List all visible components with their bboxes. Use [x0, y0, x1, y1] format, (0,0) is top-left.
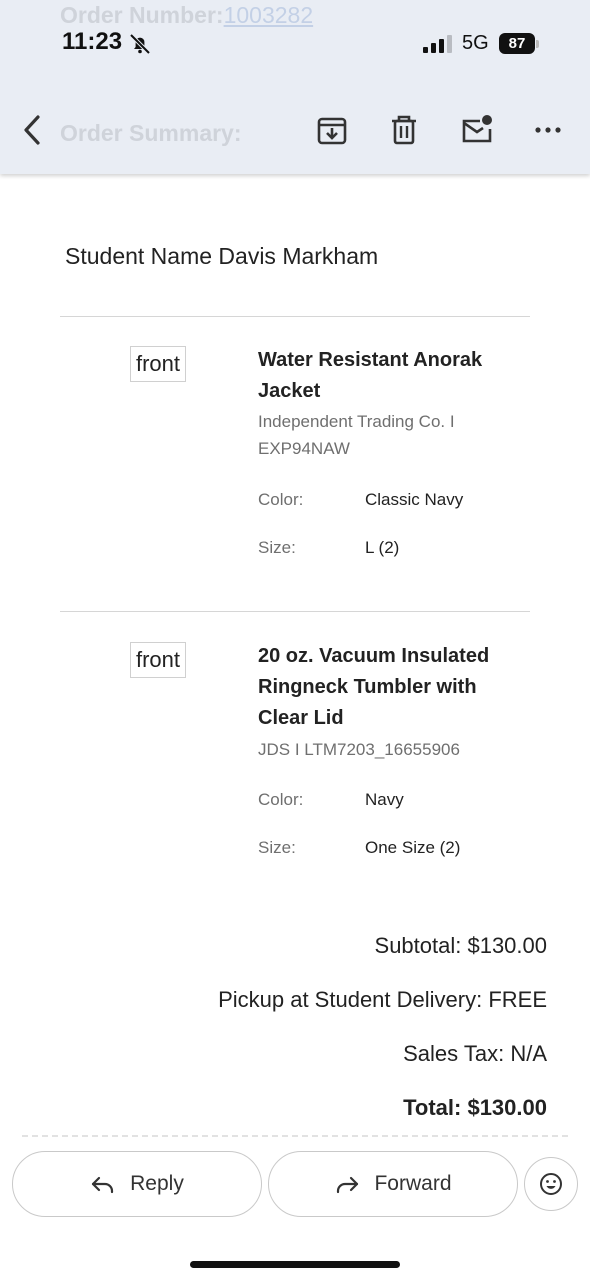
- bell-off-icon: [129, 33, 151, 55]
- size-label: Size:: [258, 538, 296, 557]
- separator: [22, 1135, 568, 1137]
- status-time: 11:23: [62, 28, 123, 55]
- size-label: Size:: [258, 838, 296, 857]
- product-image-front[interactable]: front: [130, 346, 186, 382]
- reply-icon: [92, 1176, 114, 1194]
- mark-unread-icon: [462, 115, 492, 143]
- color-value: Navy: [365, 790, 404, 809]
- item-divider: [60, 611, 530, 612]
- reply-button[interactable]: Reply: [12, 1151, 262, 1217]
- size-value: L (2): [365, 538, 400, 557]
- size-value: One Size (2): [365, 838, 461, 857]
- order-total: Total: $130.00: [403, 1095, 547, 1120]
- ghost-order-summary: Order Summary:: [60, 120, 242, 146]
- item-title: Water Resistant Anorak Jacket: [258, 349, 483, 402]
- student-name: Student Name Davis Markham: [65, 243, 379, 269]
- reply-label: Reply: [130, 1172, 184, 1195]
- color-label: Color:: [258, 790, 304, 809]
- forward-button[interactable]: Forward: [268, 1151, 518, 1217]
- item-title: 20 oz. Vacuum Insulated Ringneck Tumbler…: [258, 645, 490, 729]
- archive-icon: [317, 117, 347, 145]
- color-value: Classic Navy: [365, 490, 464, 509]
- more-options-button[interactable]: [530, 112, 566, 148]
- trash-icon: [392, 115, 416, 145]
- item-divider: [60, 316, 530, 317]
- subtotal: Subtotal: $130.00: [374, 933, 547, 958]
- forward-icon: [337, 1176, 359, 1194]
- signal-icon: [423, 35, 452, 53]
- forward-label: Forward: [374, 1172, 452, 1195]
- mark-unread-button[interactable]: [458, 112, 494, 148]
- home-indicator: [190, 1261, 400, 1268]
- item-brand: JDS I LTM7203_16655906: [258, 740, 460, 759]
- product-image-front[interactable]: front: [130, 642, 186, 678]
- sales-tax: Sales Tax: N/A: [403, 1041, 547, 1066]
- delete-button[interactable]: [386, 112, 422, 148]
- email-header-bar: Order Number:1003282 Order Summary: 11:2…: [0, 0, 590, 174]
- battery-icon: 87: [499, 33, 535, 54]
- archive-button[interactable]: [314, 112, 350, 148]
- network-type: 5G: [462, 32, 489, 54]
- more-icon: [535, 127, 561, 133]
- pickup-delivery: Pickup at Student Delivery: FREE: [218, 987, 547, 1012]
- color-label: Color:: [258, 490, 304, 509]
- back-arrow-icon[interactable]: [18, 112, 48, 148]
- ghost-order-number: Order Number:1003282: [60, 2, 314, 28]
- battery-nub: [536, 40, 539, 48]
- item-brand: Independent Trading Co. I EXP94NAW: [258, 412, 455, 458]
- smiley-icon: [540, 1173, 562, 1195]
- emoji-reaction-button[interactable]: [524, 1157, 578, 1211]
